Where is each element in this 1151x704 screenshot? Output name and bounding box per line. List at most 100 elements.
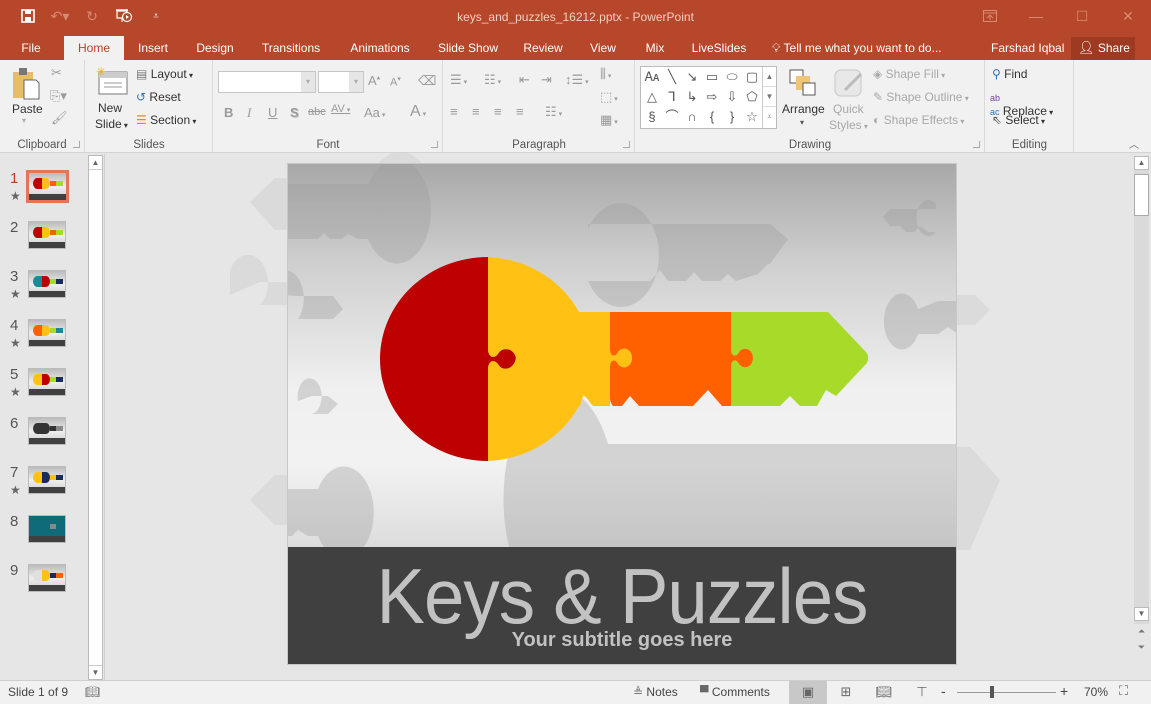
select-button[interactable]: ⇖ Select ▾ [992, 113, 1045, 127]
tab-mix[interactable]: Mix [638, 36, 672, 60]
shadow-button[interactable]: S [290, 105, 299, 120]
collapse-ribbon-icon[interactable]: ︿ [1129, 136, 1139, 151]
elbow-arrow-shape-icon[interactable]: ↳ [682, 87, 702, 107]
paragraph-launcher-icon[interactable] [623, 141, 630, 148]
numbering-icon[interactable]: ☷ ▾ [484, 72, 501, 88]
slide-thumbnail-3[interactable]: 3 ★ [0, 268, 88, 308]
tab-view[interactable]: View [584, 36, 622, 60]
decrease-indent-icon[interactable]: ⇤ [519, 72, 530, 88]
shape-outline-button[interactable]: ✎ Shape Outline ▾ [873, 90, 969, 104]
new-slide-dropdown[interactable]: Slide ▾ [95, 117, 128, 131]
slide-sorter-icon[interactable]: ⊞ [827, 681, 865, 704]
thumbnail-image[interactable] [28, 319, 66, 347]
gallery-more-icon[interactable]: ⩡ [763, 107, 776, 127]
text-box-shape-icon[interactable]: 🗛 [642, 67, 662, 87]
tab-home[interactable]: Home [64, 36, 124, 60]
slide-scroll-thumb[interactable] [1134, 174, 1149, 216]
slide-thumbnail-6[interactable]: 6 [0, 415, 88, 455]
thumbnail-image[interactable] [28, 564, 66, 592]
tab-insert[interactable]: Insert [130, 36, 176, 60]
fit-to-window-icon[interactable]: ⛶ [1119, 683, 1128, 699]
line-spacing-icon[interactable]: ↕☰ ▾ [565, 72, 589, 88]
slide-subtitle[interactable]: Your subtitle goes here [288, 629, 956, 652]
convert-smartart-icon[interactable]: ▦ ▾ [600, 112, 618, 128]
slide-scroll-track[interactable] [1134, 156, 1149, 624]
shrink-font-icon[interactable]: A▾ [390, 75, 401, 89]
comments-button[interactable]: ▀ Comments [700, 685, 770, 699]
copy-icon[interactable]: ⎘▾ [50, 88, 67, 104]
align-text-icon[interactable]: ⬚ ▾ [600, 89, 618, 105]
thumbnail-scroll-down-icon[interactable]: ▼ [89, 665, 102, 679]
tab-transitions[interactable]: Transitions [254, 36, 328, 60]
freeform-shape-icon[interactable]: ⬠ [742, 87, 762, 107]
zoom-out-icon[interactable]: - [941, 683, 946, 699]
quick-styles-button[interactable] [833, 68, 865, 101]
thumbnail-image[interactable] [28, 368, 66, 396]
elbow-connector-shape-icon[interactable]: ⅂ [662, 87, 682, 107]
arc-shape-icon[interactable]: ⌒ [662, 107, 682, 127]
right-arrow-shape-icon[interactable]: ⇨ [702, 87, 722, 107]
align-center-icon[interactable]: ≡ [472, 104, 480, 119]
character-spacing-button[interactable]: AV ▾ [331, 103, 350, 115]
tab-file[interactable]: File [12, 36, 50, 60]
oval-shape-icon[interactable]: ⬭ [722, 67, 742, 87]
reset-button[interactable]: ↺ Reset [136, 90, 181, 104]
align-left-icon[interactable]: ≡ [450, 104, 458, 119]
arrange-dropdown-icon[interactable]: ▾ [800, 118, 804, 127]
thumbnail-image[interactable] [28, 270, 66, 298]
gallery-down-icon[interactable]: ▼ [763, 87, 776, 107]
down-arrow-shape-icon[interactable]: ⇩ [722, 87, 742, 107]
slide-show-icon[interactable]: ⊤ [903, 681, 941, 704]
align-right-icon[interactable]: ≡ [494, 104, 502, 119]
rounded-rectangle-shape-icon[interactable]: ▢ [742, 67, 762, 87]
font-name-dropdown-icon[interactable]: ▾ [301, 72, 315, 92]
zoom-level[interactable]: 70% [1084, 685, 1108, 699]
tell-me-box[interactable]: 💡︎ Tell me what you want to do... [772, 36, 942, 60]
justify-icon[interactable]: ≡ [516, 104, 524, 119]
thumbnail-scroll-up-icon[interactable]: ▲ [89, 156, 102, 170]
right-brace-shape-icon[interactable]: } [722, 107, 742, 127]
drawing-launcher-icon[interactable] [973, 141, 980, 148]
scribble-shape-icon[interactable]: § [642, 107, 662, 127]
font-name-combo[interactable]: ▾ [218, 71, 316, 93]
share-button[interactable]: 👤︎ Share [1071, 37, 1135, 60]
thumbnail-image[interactable] [28, 515, 66, 543]
find-button[interactable]: ⚲ Find [992, 67, 1027, 81]
columns-icon[interactable]: ☷ ▾ [545, 104, 562, 120]
zoom-slider-thumb[interactable] [990, 686, 994, 698]
reading-view-icon[interactable]: 📖︎ [865, 681, 903, 704]
arrange-button[interactable] [788, 68, 818, 101]
close-icon[interactable]: ✕ [1105, 0, 1151, 32]
paste-button[interactable] [10, 66, 42, 103]
slide-thumbnail-1[interactable]: 1 ★ [0, 170, 88, 210]
font-size-dropdown-icon[interactable]: ▾ [349, 72, 363, 92]
left-brace-shape-icon[interactable]: { [702, 107, 722, 127]
thumbnail-scrollbar[interactable]: ▲ ▼ [88, 155, 103, 680]
layout-button[interactable]: ▤ Layout ▾ [136, 67, 193, 81]
tab-slide-show[interactable]: Slide Show [432, 36, 504, 60]
thumbnail-image[interactable] [28, 417, 66, 445]
gallery-scrollbar[interactable]: ▲ ▼ ⩡ [762, 67, 776, 128]
shape-effects-button[interactable]: ◐ Shape Effects ▾ [873, 113, 964, 127]
shape-fill-button[interactable]: ◈ Shape Fill ▾ [873, 67, 945, 81]
bold-button[interactable]: B [224, 105, 233, 120]
zoom-in-icon[interactable]: + [1060, 683, 1068, 699]
slide-scroll-down-icon[interactable]: ▼ [1134, 607, 1149, 621]
strikethrough-button[interactable]: abc [308, 106, 326, 118]
tab-design[interactable]: Design [190, 36, 240, 60]
thumbnail-image[interactable] [26, 170, 69, 203]
grow-font-icon[interactable]: A▴ [368, 73, 380, 88]
arrow-line-shape-icon[interactable]: ↘ [682, 67, 702, 87]
bullets-icon[interactable]: ☰ ▾ [450, 72, 467, 88]
italic-button[interactable]: I [247, 105, 251, 121]
notes-button[interactable]: ≜ Notes [633, 685, 678, 699]
slide-thumbnail-9[interactable]: 9 [0, 562, 88, 602]
ribbon-display-options-icon[interactable] [967, 0, 1013, 32]
font-color-button[interactable]: A ▾ [410, 103, 426, 121]
slide-thumbnail-8[interactable]: 8 [0, 513, 88, 553]
section-button[interactable]: ☰ Section ▾ [136, 113, 196, 127]
text-direction-icon[interactable]: ⫼ ▾ [600, 66, 611, 82]
font-size-combo[interactable]: ▾ [318, 71, 364, 93]
slide-scrollbar[interactable]: ▲ ▼ ⏶ ⏷ [1133, 154, 1149, 680]
paste-dropdown-icon[interactable]: ▾ [22, 116, 26, 125]
